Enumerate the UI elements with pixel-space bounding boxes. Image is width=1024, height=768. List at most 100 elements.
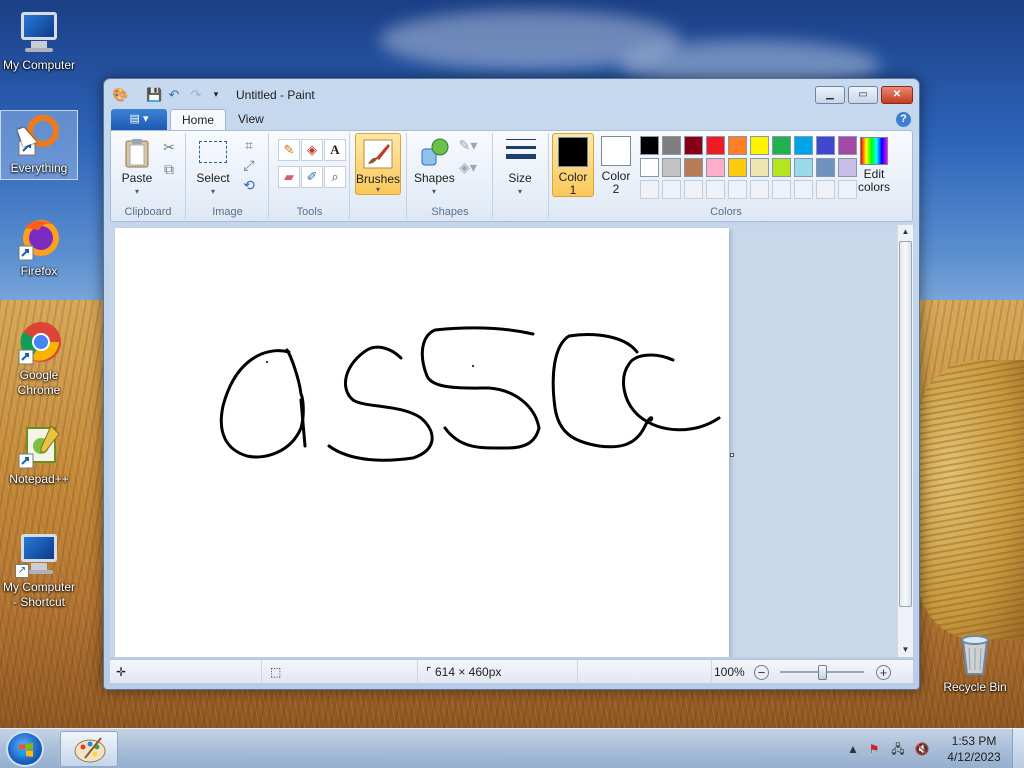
copy-icon[interactable]: ⧉ <box>159 159 179 179</box>
palette-swatch[interactable] <box>816 136 835 155</box>
desktop-icon-everything[interactable]: Everything <box>0 110 78 180</box>
eraser-icon[interactable]: ▰ <box>278 166 300 188</box>
palette-swatch[interactable] <box>684 180 703 199</box>
canvas-size: 614 × 460px <box>434 665 502 679</box>
zoom-out-button[interactable]: − <box>754 665 769 680</box>
palette-swatch[interactable] <box>750 158 769 177</box>
taskbar-paint-button[interactable] <box>60 731 118 767</box>
help-icon[interactable]: ? <box>896 112 911 127</box>
start-button[interactable] <box>6 731 44 767</box>
desktop-icon-my-computer[interactable]: My Computer <box>0 8 78 73</box>
show-hidden-icons[interactable]: ▲ <box>845 741 861 757</box>
palette-swatch[interactable] <box>794 136 813 155</box>
redo-icon[interactable]: ↷ <box>188 87 204 102</box>
palette-swatch[interactable] <box>640 136 659 155</box>
outline-icon[interactable]: ✎▾ <box>458 135 478 155</box>
desktop-icon-label: Everything <box>10 161 68 175</box>
canvas-resize-handle[interactable] <box>730 453 734 457</box>
status-empty <box>578 660 712 684</box>
network-icon[interactable]: 🖧 <box>890 741 906 757</box>
maximize-button[interactable]: ▭ <box>848 86 878 104</box>
palette-swatch[interactable] <box>640 180 659 199</box>
palette-swatch[interactable] <box>684 158 703 177</box>
select-button[interactable]: Select ▾ <box>193 137 233 198</box>
shapes-button[interactable]: Shapes ▾ <box>414 137 455 198</box>
desktop-icon-notepadpp[interactable]: Notepad++ <box>0 422 78 487</box>
fill-icon[interactable]: ◈▾ <box>458 157 478 177</box>
undo-icon[interactable]: ↶ <box>166 87 182 102</box>
customize-toolbar-icon[interactable]: ▾ <box>208 87 224 102</box>
zoom-slider-thumb[interactable] <box>818 665 827 680</box>
color2-button[interactable]: Color 2 <box>596 133 636 197</box>
canvas-size-icon: ⌜ <box>426 665 432 679</box>
desktop-icon-recycle-bin[interactable]: Recycle Bin <box>936 630 1014 695</box>
desktop-icon-label: Notepad++ <box>9 472 69 486</box>
action-center-icon[interactable]: ⚑ <box>866 741 882 757</box>
desktop-icon-firefox[interactable]: Firefox <box>0 214 78 279</box>
edit-colors-button[interactable]: Edit colors <box>853 137 895 194</box>
drawing-canvas[interactable]: assc <box>115 228 729 657</box>
size-button[interactable]: Size ▾ <box>500 137 540 198</box>
palette-swatch[interactable] <box>684 136 703 155</box>
canvas-size-cell: ⌜ 614 × 460px <box>418 660 578 684</box>
color1-button[interactable]: Color 1 <box>552 133 594 197</box>
rainbow-icon <box>860 137 888 165</box>
status-bar: ✛ ⬚ ⌜ 614 × 460px 100% − + <box>110 659 913 684</box>
palette-swatch[interactable] <box>772 136 791 155</box>
group-shapes: Shapes ▾ ✎▾ ◈▾ Shapes <box>408 133 493 219</box>
scroll-down-icon[interactable]: ▼ <box>898 643 913 657</box>
palette-swatch[interactable] <box>816 180 835 199</box>
save-icon[interactable]: 💾 <box>146 87 162 102</box>
brush-icon <box>362 138 394 170</box>
rotate-icon[interactable]: ⟲ <box>239 175 259 195</box>
show-desktop-button[interactable] <box>1012 729 1024 768</box>
group-label: Clipboard <box>124 206 172 218</box>
desktop-icon-my-computer-shortcut[interactable]: ↗ My Computer - Shortcut <box>0 530 78 610</box>
palette-swatch[interactable] <box>640 158 659 177</box>
color-picker-icon[interactable]: ✐ <box>301 166 323 188</box>
group-colors: Color 1 Color 2 Edit colors Colors <box>550 133 902 219</box>
magnifier-icon[interactable]: ⌕ <box>324 166 346 188</box>
scroll-thumb[interactable] <box>899 241 912 607</box>
palette-swatch[interactable] <box>772 180 791 199</box>
volume-muted-icon[interactable]: 🔇 <box>914 741 930 757</box>
minimize-button[interactable]: ▁ <box>815 86 845 104</box>
palette-swatch[interactable] <box>816 158 835 177</box>
fill-bucket-icon[interactable]: ◈ <box>301 139 323 161</box>
palette-swatch[interactable] <box>662 136 681 155</box>
tab-view[interactable]: View <box>227 109 275 131</box>
cut-icon[interactable]: ✂ <box>159 137 179 157</box>
resize-icon[interactable]: ⤢ <box>239 155 259 175</box>
tab-home[interactable]: Home <box>170 109 227 131</box>
paint-menu-button[interactable]: ▤ ▾ <box>111 109 167 130</box>
pencil-icon[interactable]: ✎ <box>278 139 300 161</box>
zoom-in-button[interactable]: + <box>876 665 891 680</box>
paint-app-icon[interactable]: 🎨 <box>112 87 128 102</box>
palette-swatch[interactable] <box>728 136 747 155</box>
vertical-scrollbar[interactable]: ▲ ▼ <box>897 225 913 657</box>
crop-icon[interactable]: ⌗ <box>239 135 259 155</box>
palette-swatch[interactable] <box>794 180 813 199</box>
palette-swatch[interactable] <box>728 180 747 199</box>
brushes-button[interactable]: Brushes ▾ <box>355 133 401 195</box>
palette-swatch[interactable] <box>706 180 725 199</box>
text-tool-icon[interactable]: A <box>324 139 346 161</box>
system-clock[interactable]: 1:53 PM 4/12/2023 <box>938 733 1010 765</box>
palette-swatch[interactable] <box>662 158 681 177</box>
shapes-label: Shapes <box>414 171 455 185</box>
palette-swatch[interactable] <box>794 158 813 177</box>
palette-swatch[interactable] <box>662 180 681 199</box>
palette-swatch[interactable] <box>750 180 769 199</box>
palette-swatch[interactable] <box>728 158 747 177</box>
scroll-up-icon[interactable]: ▲ <box>898 225 913 239</box>
firefox-icon <box>15 214 63 262</box>
palette-swatch[interactable] <box>706 136 725 155</box>
title-bar[interactable]: 🎨 💾 ↶ ↷ ▾ Untitled - Paint ▁ ▭ ✕ <box>104 79 919 109</box>
paste-button[interactable]: Paste ▾ <box>117 137 157 198</box>
clipboard-icon <box>121 137 153 169</box>
desktop-icon-chrome[interactable]: Google Chrome <box>0 318 78 398</box>
palette-swatch[interactable] <box>750 136 769 155</box>
close-button[interactable]: ✕ <box>881 86 913 104</box>
palette-swatch[interactable] <box>772 158 791 177</box>
palette-swatch[interactable] <box>706 158 725 177</box>
